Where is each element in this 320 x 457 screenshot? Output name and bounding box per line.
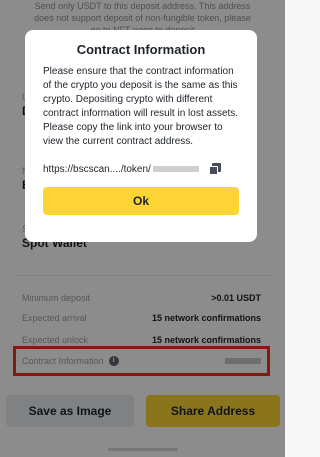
- contract-link-text[interactable]: https://bscscan..../token/: [43, 164, 151, 175]
- modal-body-text: Please ensure that the contract informat…: [43, 66, 239, 147]
- copy-icon[interactable]: [208, 163, 221, 175]
- ok-button[interactable]: Ok: [43, 187, 239, 215]
- modal-title: Contract Information: [76, 42, 206, 57]
- contract-information-modal: Contract Information Please ensure that …: [25, 30, 257, 242]
- contract-link-row: https://bscscan..../token/: [43, 163, 239, 175]
- redacted-link-part: [152, 166, 199, 172]
